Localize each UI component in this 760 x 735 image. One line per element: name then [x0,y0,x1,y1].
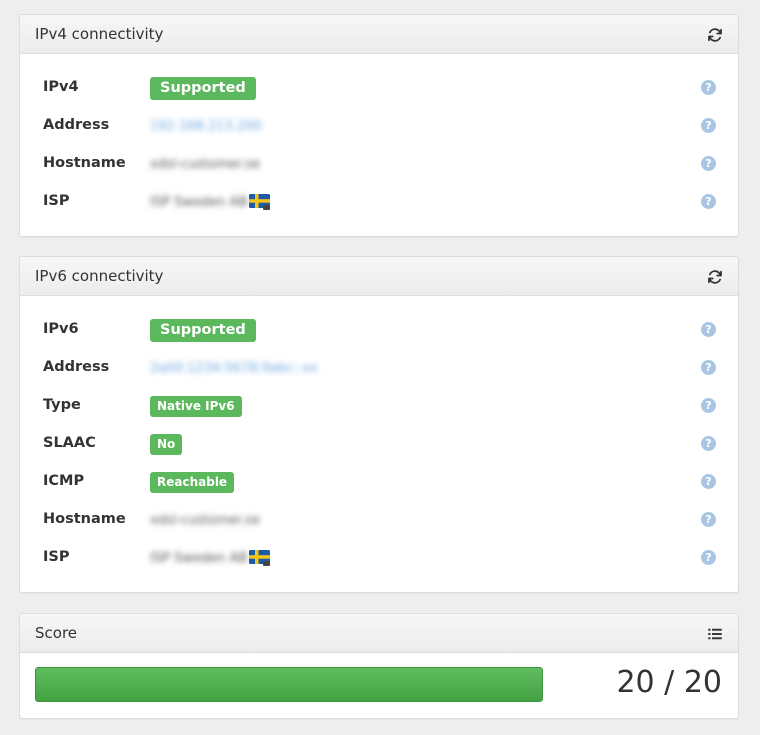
row-label: SLAAC [43,435,96,451]
ipv6-row-icmp: ICMP Reachable ? [20,463,738,501]
question-circle-icon[interactable]: ? [701,80,716,95]
ipv6-row-type: Type Native IPv6 ? [20,387,738,425]
ipv6-panel-title: IPv6 connectivity [35,267,164,285]
row-label: Address [43,359,110,375]
row-label: Type [43,397,81,413]
ipv4-panel-title: IPv4 connectivity [35,25,164,43]
ipv6-address-link[interactable]: 2a00:1234:5678:9abc::xx [150,361,318,376]
ipv6-supported-badge: Supported [150,318,256,342]
score-panel: Score 20 / 20 [19,613,739,719]
row-label: IPv4 [43,79,79,95]
question-circle-icon[interactable]: ? [701,398,716,413]
score-body: 20 / 20 [20,653,738,717]
ipv6-isp-value: ISP Sweden AB [150,550,248,566]
ipv6-connectivity-panel: IPv6 connectivity IPv6 Supported ? Addre… [19,256,739,593]
list-icon[interactable] [706,625,724,643]
ipv4-isp-value: ISP Sweden AB [150,194,248,210]
ipv6-icmp-badge: Reachable [150,471,235,493]
sweden-flag-icon [249,194,271,210]
score-progress-fill [35,667,543,702]
ipv6-row-slaac: SLAAC No ? [20,425,738,463]
question-circle-icon[interactable]: ? [701,474,716,489]
question-circle-icon[interactable]: ? [701,512,716,527]
question-circle-icon[interactable]: ? [701,118,716,133]
ipv4-address-link[interactable]: 192.168.213.200 [150,119,262,134]
question-circle-icon[interactable]: ? [701,156,716,171]
ipv6-slaac-badge: No [150,433,183,455]
ipv4-hostname-value: xdsl-customer.se [150,156,260,172]
ipv6-row-support: IPv6 Supported ? [20,311,738,349]
ipv4-supported-badge: Supported [150,76,256,100]
sweden-flag-icon [249,550,271,566]
score-value: 20 / 20 [616,665,722,700]
ipv4-row-hostname: Hostname xdsl-customer.se ? [20,145,738,183]
score-panel-title: Score [35,624,78,642]
ipv6-panel-header: IPv6 connectivity [20,257,738,296]
row-label: IPv6 [43,321,79,337]
question-circle-icon[interactable]: ? [701,436,716,451]
ipv4-row-support: IPv4 Supported ? [20,69,738,107]
question-circle-icon[interactable]: ? [701,360,716,375]
score-panel-header: Score [20,614,738,653]
question-circle-icon[interactable]: ? [701,322,716,337]
refresh-icon[interactable] [706,26,724,44]
refresh-icon[interactable] [706,268,724,286]
row-label: ISP [43,193,70,209]
ipv6-row-address: Address 2a00:1234:5678:9abc::xx ? [20,349,738,387]
score-progress-bar [35,667,543,702]
ipv4-row-address: Address 192.168.213.200 ? [20,107,738,145]
ipv4-row-isp: ISP ISP Sweden AB ? [20,183,738,221]
ipv6-hostname-value: xdsl-customer.se [150,512,260,528]
row-label: ISP [43,549,70,565]
question-circle-icon[interactable]: ? [701,550,716,565]
row-label: ICMP [43,473,85,489]
ipv4-panel-header: IPv4 connectivity [20,15,738,54]
row-label: Address [43,117,110,133]
row-label: Hostname [43,511,126,527]
ipv6-type-badge: Native IPv6 [150,395,242,417]
ipv6-row-isp: ISP ISP Sweden AB ? [20,539,738,577]
row-label: Hostname [43,155,126,171]
ipv6-row-hostname: Hostname xdsl-customer.se ? [20,501,738,539]
question-circle-icon[interactable]: ? [701,194,716,209]
ipv4-connectivity-panel: IPv4 connectivity IPv4 Supported ? Addre… [19,14,739,237]
